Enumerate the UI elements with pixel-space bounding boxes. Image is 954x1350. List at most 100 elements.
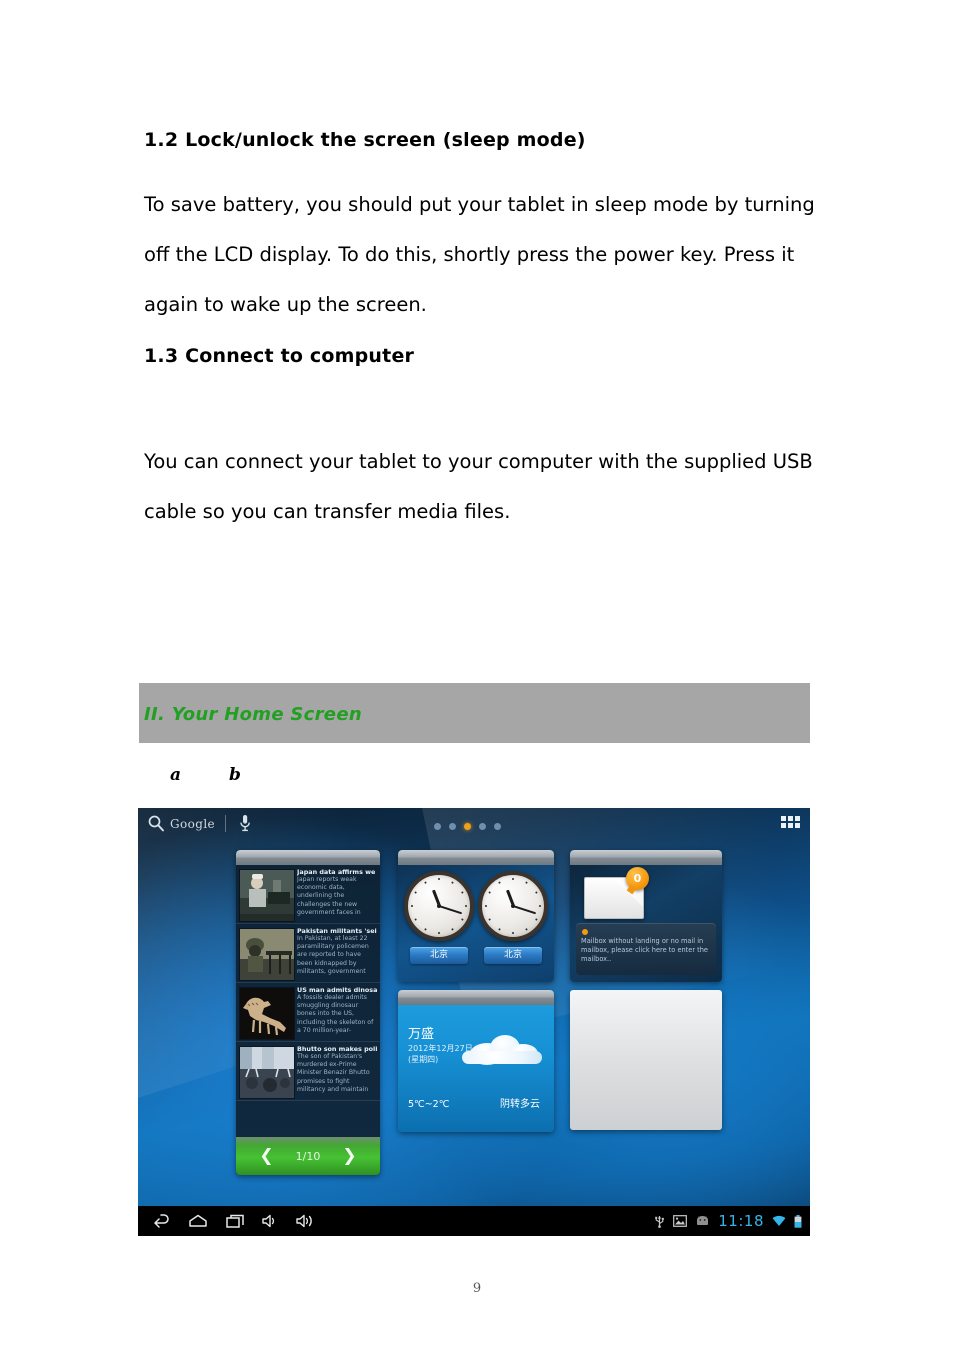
weather-widget[interactable]: 万盛 2012年12月27日 (星期四) 5℃~2℃ 阴转多云 [398, 990, 554, 1132]
mail-widget[interactable]: 0 Mailbox without landing or no mail in … [570, 850, 722, 982]
news-thumbnail [239, 928, 295, 981]
status-icons: 11:18 [654, 1206, 802, 1236]
analog-clock-face [404, 871, 474, 941]
callout-label-f: f [282, 1248, 289, 1264]
section-banner-title: II. Your Home Screen [144, 704, 362, 725]
analog-clock-face [478, 871, 548, 941]
news-title: Japan data affirms we [297, 868, 376, 876]
news-summary: Japan reports weak economic data, underl… [297, 876, 361, 916]
news-widget[interactable]: Japan data affirms we Japan reports weak… [236, 850, 380, 1175]
mail-message-box[interactable]: Mailbox without landing or no mail in ma… [576, 923, 716, 975]
android-icon[interactable] [695, 1216, 710, 1226]
weather-date: 2012年12月27日 (星期四) [408, 1043, 473, 1065]
callout-label-a: a [170, 765, 182, 785]
news-text: US man admits dinosa A fossils dealer ad… [297, 986, 378, 1035]
widget-header-bar [570, 850, 722, 865]
paragraph-line: You can connect your tablet to your comp… [144, 450, 813, 473]
news-page-counter: 1/10 [295, 1149, 321, 1163]
news-thumbnail [239, 1046, 295, 1099]
news-title: Bhutto son makes poli [297, 1045, 378, 1053]
weather-city: 万盛 [408, 1027, 435, 1042]
status-dot-icon [582, 929, 588, 935]
page-dot-active[interactable] [464, 823, 471, 830]
mail-message-text: Mailbox without landing or no mail in ma… [581, 937, 708, 963]
chevron-right-icon[interactable]: ❯ [342, 1147, 356, 1165]
clock-city-label: 北京 [484, 947, 542, 964]
news-summary: The son of Pakistan's murdered ex-Prime … [297, 1053, 370, 1093]
chevron-left-icon[interactable]: ❮ [259, 1147, 273, 1165]
news-summary: A fossils dealer admits smuggling dinosa… [297, 994, 374, 1034]
page-dot[interactable] [449, 823, 456, 830]
clock-center-pin [437, 904, 441, 908]
microphone-icon[interactable] [238, 814, 252, 833]
mail-unread-badge: 0 [626, 867, 649, 890]
callout-label-g: g [330, 1248, 342, 1264]
mail-widget-body: 0 Mailbox without landing or no mail in … [570, 865, 722, 982]
widget-header-bar [398, 990, 554, 1005]
clock-unit[interactable]: 北京 [404, 871, 474, 964]
heading-1-3: 1.3 Connect to computer [144, 345, 415, 367]
news-text: Bhutto son makes poli The son of Pakista… [297, 1045, 378, 1094]
paragraph-line: off the LCD display. To do this, shortly… [144, 243, 795, 266]
google-label[interactable]: Google [170, 817, 215, 831]
paragraph-1-3: You can connect your tablet to your comp… [144, 437, 820, 537]
clock-city-label: 北京 [410, 947, 468, 964]
back-icon[interactable] [152, 1214, 170, 1228]
weather-weekday-text: (星期四) [408, 1055, 439, 1064]
paragraph-line: again to wake up the screen. [144, 293, 427, 316]
clock-minute-hand [512, 905, 537, 915]
page-number: 9 [472, 1281, 482, 1296]
news-pager: ❮ 1/10 ❯ [236, 1137, 380, 1175]
clock-minute-hand [438, 905, 463, 915]
weather-temperature: 5℃~2℃ [408, 1099, 450, 1110]
home-search-bar[interactable]: Google [138, 808, 810, 840]
news-list-item[interactable]: Bhutto son makes poli The son of Pakista… [236, 1042, 380, 1101]
search-divider [225, 815, 226, 832]
clock-unit[interactable]: 北京 [478, 871, 548, 964]
news-title: US man admits dinosa [297, 986, 378, 994]
callout-label-i: i [784, 1248, 790, 1264]
empty-widget-panel[interactable] [570, 990, 722, 1130]
page-dot[interactable] [494, 823, 501, 830]
clock-widget-body: 北京 北京 [398, 865, 554, 982]
weather-condition: 阴转多云 [500, 1099, 540, 1110]
news-summary: In Pakistan, at least 22 paramilitary po… [297, 935, 369, 975]
android-system-bar: 11:18 [138, 1206, 810, 1236]
usb-icon[interactable] [654, 1214, 665, 1228]
weather-date-text: 2012年12月27日 [408, 1044, 473, 1053]
screenshot-icon[interactable] [673, 1215, 688, 1227]
news-list-item[interactable]: US man admits dinosa A fossils dealer ad… [236, 983, 380, 1042]
callout-label-h: h [762, 1248, 774, 1264]
news-title: Pakistan militants 'sei [297, 927, 377, 935]
callout-label-d: d [196, 1248, 208, 1264]
news-list-item[interactable]: Pakistan militants 'sei In Pakistan, at … [236, 924, 380, 983]
volume-up-icon[interactable] [296, 1214, 315, 1228]
search-icon[interactable] [147, 814, 165, 832]
paragraph-line: cable so you can transfer media files. [144, 500, 511, 523]
news-list-item[interactable]: Japan data affirms we Japan reports weak… [236, 865, 380, 924]
navigation-buttons [152, 1206, 315, 1236]
recent-apps-icon[interactable] [226, 1214, 244, 1228]
widget-header-bar [398, 850, 554, 865]
news-text: Pakistan militants 'sei In Pakistan, at … [297, 927, 378, 976]
wifi-icon[interactable] [772, 1215, 786, 1227]
news-list: Japan data affirms we Japan reports weak… [236, 865, 380, 1175]
callout-label-c: c [152, 1248, 162, 1264]
paragraph-line: To save battery, you should put your tab… [144, 193, 815, 216]
news-thumbnail [239, 869, 295, 922]
weather-widget-body: 万盛 2012年12月27日 (星期四) 5℃~2℃ 阴转多云 [398, 1005, 554, 1132]
apps-grid-icon[interactable] [781, 816, 800, 829]
heading-1-2: 1.2 Lock/unlock the screen (sleep mode) [144, 129, 586, 151]
volume-down-icon[interactable] [262, 1214, 278, 1228]
battery-icon[interactable] [794, 1214, 802, 1228]
paragraph-1-2: To save battery, you should put your tab… [144, 180, 820, 330]
status-clock[interactable]: 11:18 [718, 1212, 764, 1230]
news-text: Japan data affirms we Japan reports weak… [297, 868, 378, 917]
page-dot[interactable] [434, 823, 441, 830]
home-icon[interactable] [188, 1214, 208, 1228]
page-dot[interactable] [479, 823, 486, 830]
widget-header-bar [236, 850, 380, 865]
callout-label-e: e [242, 1248, 253, 1264]
tablet-home-screen-screenshot: Google Japan data affirms we Japan repor… [138, 808, 810, 1236]
world-clock-widget[interactable]: 北京 北京 [398, 850, 554, 982]
